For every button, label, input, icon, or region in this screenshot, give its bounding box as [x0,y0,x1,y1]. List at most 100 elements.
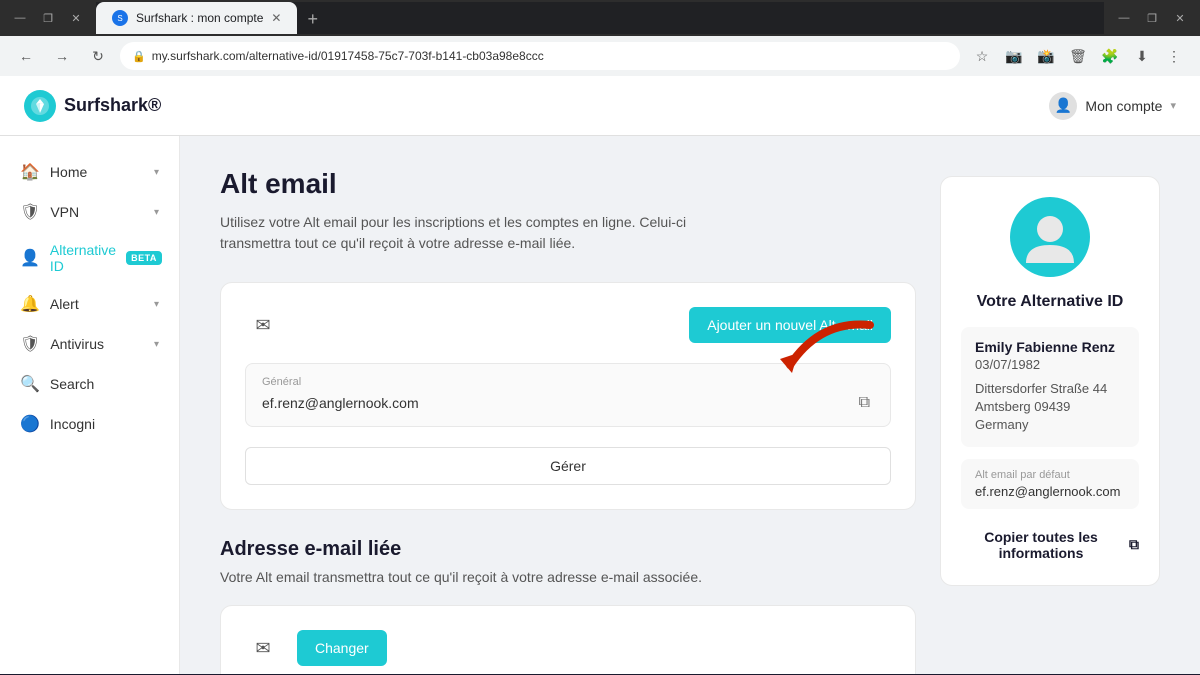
extensions-icon[interactable]: 🧩 [1096,42,1124,70]
new-tab-button[interactable]: + [299,5,326,34]
sidebar-label-alert: Alert [50,296,144,312]
alt-id-title: Votre Alternative ID [977,293,1124,311]
manage-button[interactable]: Gérer [245,447,891,485]
copy-email-icon: ⧉ [859,394,870,411]
win-close-button[interactable]: ✕ [1168,6,1192,30]
back-button[interactable]: ← [12,42,40,70]
maximize-button[interactable]: ❐ [36,6,60,30]
minimize-button[interactable]: — [8,6,32,30]
toolbar-icons: ☆ 📷 📸 🗑 🧩 ⬇ ⋮ [968,42,1188,70]
copy-all-button[interactable]: Copier toutes les informations ⧉ [961,525,1139,565]
sidebar-item-antivirus[interactable]: 🛡 Antivirus ▾ [0,324,179,364]
tab-favicon: S [112,10,128,26]
person-address: Dittersdorfer Straße 44 Amtsberg 09439 G… [975,380,1125,435]
linked-email-card: ✉ Changer Adresse e-mail liée clubic@clu… [220,605,916,674]
reload-button[interactable]: ↻ [84,42,112,70]
person-birthdate: 03/07/1982 [975,357,1125,372]
address-line1: Dittersdorfer Straße 44 [975,380,1125,398]
mail-icon: ✉ [245,307,281,343]
linked-email-desc: Votre Alt email transmettra tout ce qu'i… [220,569,916,585]
page-description: Utilisez votre Alt email pour les inscri… [220,212,740,254]
tab-title: Surfshark : mon compte [136,11,263,25]
bookmark-icon[interactable]: ☆ [968,42,996,70]
info-card: Emily Fabienne Renz 03/07/1982 Dittersdo… [961,327,1139,447]
sidebar-label-search: Search [50,376,159,392]
app-wrapper: Surfshark® 👤 Mon compte ▾ 🏠 Home ▾ 🛡 VPN [0,76,1200,674]
top-nav: Surfshark® 👤 Mon compte ▾ [0,76,1200,136]
delete-icon[interactable]: 🗑 [1064,42,1092,70]
linked-card-header: ✉ Changer [245,630,891,666]
home-icon: 🏠 [20,162,40,182]
right-panel: Votre Alternative ID Emily Fabienne Renz… [940,168,1160,642]
linked-mail-icon: ✉ [245,630,281,666]
vpn-arrow-icon: ▾ [154,207,159,218]
user-avatar-icon: 👤 [1049,92,1077,120]
copy-all-icon: ⧉ [1129,536,1139,553]
search-icon: 🔍 [20,374,40,394]
tab-bar: S Surfshark : mon compte ✕ + [96,2,1104,34]
camera-icon[interactable]: 📸 [1032,42,1060,70]
window-right-controls: — ❐ ✕ [1112,6,1192,30]
sidebar: 🏠 Home ▾ 🛡 VPN ▾ 👤 Alternative ID BETA 🔔… [0,136,180,674]
sidebar-item-incogni[interactable]: 🔵 Incogni [0,404,179,444]
avatar [1010,197,1090,277]
address-bar-row: ← → ↻ 🔒 my.surfshark.com/alternative-id/… [0,36,1200,76]
address-bar[interactable]: 🔒 my.surfshark.com/alternative-id/019174… [120,42,960,70]
antivirus-arrow-icon: ▾ [154,339,159,350]
sidebar-label-antivirus: Antivirus [50,336,144,352]
change-button[interactable]: Changer [297,630,387,666]
browser-window: — ❐ ✕ S Surfshark : mon compte ✕ + — ❐ ✕… [0,0,1200,674]
win-minimize-button[interactable]: — [1112,6,1136,30]
win-maximize-button[interactable]: ❐ [1140,6,1164,30]
user-menu[interactable]: 👤 Mon compte ▾ [1049,92,1176,120]
default-email-label: Alt email par défaut [975,469,1125,481]
logo-icon [24,90,56,122]
sidebar-label-vpn: VPN [50,204,144,220]
user-menu-label: Mon compte [1085,98,1162,114]
tab-close-icon[interactable]: ✕ [271,11,281,25]
copy-email-button[interactable]: ⧉ [855,392,874,414]
browser-titlebar: — ❐ ✕ S Surfshark : mon compte ✕ + — ❐ ✕ [0,0,1200,36]
sidebar-label-incogni: Incogni [50,416,159,432]
sidebar-label-alternative-id: Alternative ID [50,242,116,274]
sidebar-label-home: Home [50,164,144,180]
sidebar-item-vpn[interactable]: 🛡 VPN ▾ [0,192,179,232]
vpn-icon: 🛡 [20,202,40,222]
sidebar-item-alert[interactable]: 🔔 Alert ▾ [0,284,179,324]
email-label: Général [262,376,874,388]
alert-arrow-icon: ▾ [154,299,159,310]
screenshot-icon[interactable]: 📷 [1000,42,1028,70]
alternative-id-icon: 👤 [20,248,40,268]
logo-text: Surfshark® [64,95,161,116]
sidebar-item-alternative-id[interactable]: 👤 Alternative ID BETA [0,232,179,284]
default-email-card: Alt email par défaut ef.renz@anglernook.… [961,459,1139,509]
forward-button[interactable]: → [48,42,76,70]
window-controls: — ❐ ✕ [8,6,88,30]
user-menu-chevron: ▾ [1170,99,1176,112]
menu-icon[interactable]: ⋮ [1160,42,1188,70]
add-alt-email-button[interactable]: Ajouter un nouvel Alt email [689,307,891,343]
email-value: ef.renz@anglernook.com [262,395,419,411]
main-content: Alt email Utilisez votre Alt email pour … [180,136,1200,674]
url-text: my.surfshark.com/alternative-id/01917458… [152,49,544,63]
logo-area: Surfshark® [24,90,204,122]
home-arrow-icon: ▾ [154,167,159,178]
copy-all-label: Copier toutes les informations [961,529,1121,561]
alert-icon: 🔔 [20,294,40,314]
sidebar-item-search[interactable]: 🔍 Search [0,364,179,404]
sidebar-item-home[interactable]: 🏠 Home ▾ [0,152,179,192]
linked-email-section: Adresse e-mail liée Votre Alt email tran… [220,538,916,674]
address-country: Germany [975,416,1125,434]
lock-icon: 🔒 [132,50,146,63]
content-area: Alt email Utilisez votre Alt email pour … [220,168,916,642]
antivirus-icon: 🛡 [20,334,40,354]
email-row: Général ef.renz@anglernook.com ⧉ [245,363,891,427]
person-name: Emily Fabienne Renz [975,339,1125,355]
alt-email-card: ✉ Ajouter un nouvel Alt email Général ef… [220,282,916,510]
close-button[interactable]: ✕ [64,6,88,30]
download-icon[interactable]: ⬇ [1128,42,1156,70]
active-tab[interactable]: S Surfshark : mon compte ✕ [96,2,297,34]
email-value-row: ef.renz@anglernook.com ⧉ [262,392,874,414]
address-line2: Amtsberg 09439 [975,398,1125,416]
linked-email-title: Adresse e-mail liée [220,538,916,561]
